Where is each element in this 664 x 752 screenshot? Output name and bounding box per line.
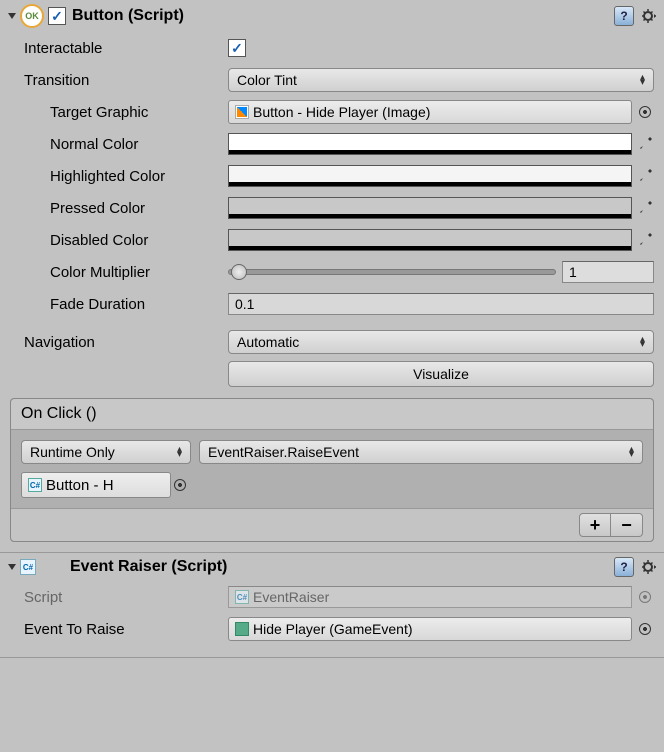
normal-color-swatch[interactable] [228, 133, 632, 155]
event-to-raise-field[interactable]: Hide Player (GameEvent) [228, 617, 632, 641]
target-graphic-label: Target Graphic [10, 104, 228, 121]
interactable-label: Interactable [10, 40, 228, 57]
transition-label: Transition [10, 72, 228, 89]
ok-badge-icon: OK [20, 4, 44, 28]
script-label: Script [10, 589, 228, 606]
color-multiplier-input[interactable] [562, 261, 654, 283]
method-dropdown[interactable]: EventRaiser.RaiseEvent [199, 440, 643, 464]
event-target-value: Button - H [46, 477, 114, 494]
dropdown-arrows-icon [640, 337, 645, 347]
event-raiser-component: Event Raiser (Script) ? Script EventRais… [0, 553, 664, 658]
foldout-toggle[interactable] [6, 561, 18, 573]
eyedropper-icon[interactable] [636, 167, 654, 185]
dropdown-arrows-icon [177, 447, 182, 457]
event-raiser-header: Event Raiser (Script) ? [0, 553, 664, 581]
onclick-event-box: On Click () Runtime Only EventRaiser.Rai… [10, 398, 654, 542]
color-multiplier-slider[interactable] [228, 269, 556, 275]
object-picker-icon[interactable] [636, 103, 654, 121]
object-picker-icon[interactable] [636, 620, 654, 638]
pressed-color-label: Pressed Color [10, 200, 228, 217]
script-field: EventRaiser [228, 586, 632, 608]
fade-duration-input[interactable] [228, 293, 654, 315]
navigation-value: Automatic [237, 334, 299, 350]
dropdown-arrows-icon [640, 75, 645, 85]
fade-duration-label: Fade Duration [10, 296, 228, 313]
script-value: EventRaiser [253, 589, 329, 605]
button-component-body: Interactable Transition Color Tint Targe… [0, 32, 664, 552]
event-to-raise-label: Event To Raise [10, 621, 228, 638]
button-component: OK Button (Script) ? Interactable Transi… [0, 0, 664, 553]
disabled-color-swatch[interactable] [228, 229, 632, 251]
script-type-icon [28, 478, 42, 492]
gameevent-type-icon [235, 622, 249, 636]
call-state-dropdown[interactable]: Runtime Only [21, 440, 191, 464]
onclick-title: On Click () [11, 399, 653, 430]
transition-dropdown[interactable]: Color Tint [228, 68, 654, 92]
transition-value: Color Tint [237, 72, 297, 88]
call-state-value: Runtime Only [30, 444, 115, 460]
component-enabled-checkbox[interactable] [48, 7, 66, 25]
gear-icon[interactable] [640, 7, 658, 25]
interactable-checkbox[interactable] [228, 39, 246, 57]
object-picker-icon [636, 588, 654, 606]
object-picker-icon[interactable] [171, 476, 189, 494]
method-value: EventRaiser.RaiseEvent [208, 444, 359, 460]
help-icon[interactable]: ? [614, 557, 634, 577]
dropdown-arrows-icon [629, 447, 634, 457]
remove-event-button[interactable]: − [611, 513, 643, 537]
pressed-color-swatch[interactable] [228, 197, 632, 219]
target-graphic-field[interactable]: Button - Hide Player (Image) [228, 100, 632, 124]
highlighted-color-swatch[interactable] [228, 165, 632, 187]
component-title: Event Raiser (Script) [42, 558, 614, 576]
gear-icon[interactable] [640, 558, 658, 576]
eyedropper-icon[interactable] [636, 231, 654, 249]
disabled-color-label: Disabled Color [10, 232, 228, 249]
navigation-dropdown[interactable]: Automatic [228, 330, 654, 354]
component-title: Button (Script) [72, 7, 614, 25]
event-to-raise-value: Hide Player (GameEvent) [253, 621, 413, 637]
foldout-toggle[interactable] [6, 10, 18, 22]
normal-color-label: Normal Color [10, 136, 228, 153]
color-multiplier-label: Color Multiplier [10, 264, 228, 281]
help-icon[interactable]: ? [614, 6, 634, 26]
add-event-button[interactable]: + [579, 513, 611, 537]
event-target-field[interactable]: Button - H [21, 472, 171, 498]
script-type-icon [20, 559, 36, 575]
image-type-icon [235, 105, 249, 119]
slider-thumb[interactable] [231, 264, 247, 280]
visualize-button[interactable]: Visualize [228, 361, 654, 387]
button-component-header: OK Button (Script) ? [0, 0, 664, 32]
target-graphic-value: Button - Hide Player (Image) [253, 104, 430, 120]
highlighted-color-label: Highlighted Color [10, 168, 228, 185]
navigation-label: Navigation [10, 334, 228, 351]
eyedropper-icon[interactable] [636, 135, 654, 153]
script-type-icon [235, 590, 249, 604]
eyedropper-icon[interactable] [636, 199, 654, 217]
